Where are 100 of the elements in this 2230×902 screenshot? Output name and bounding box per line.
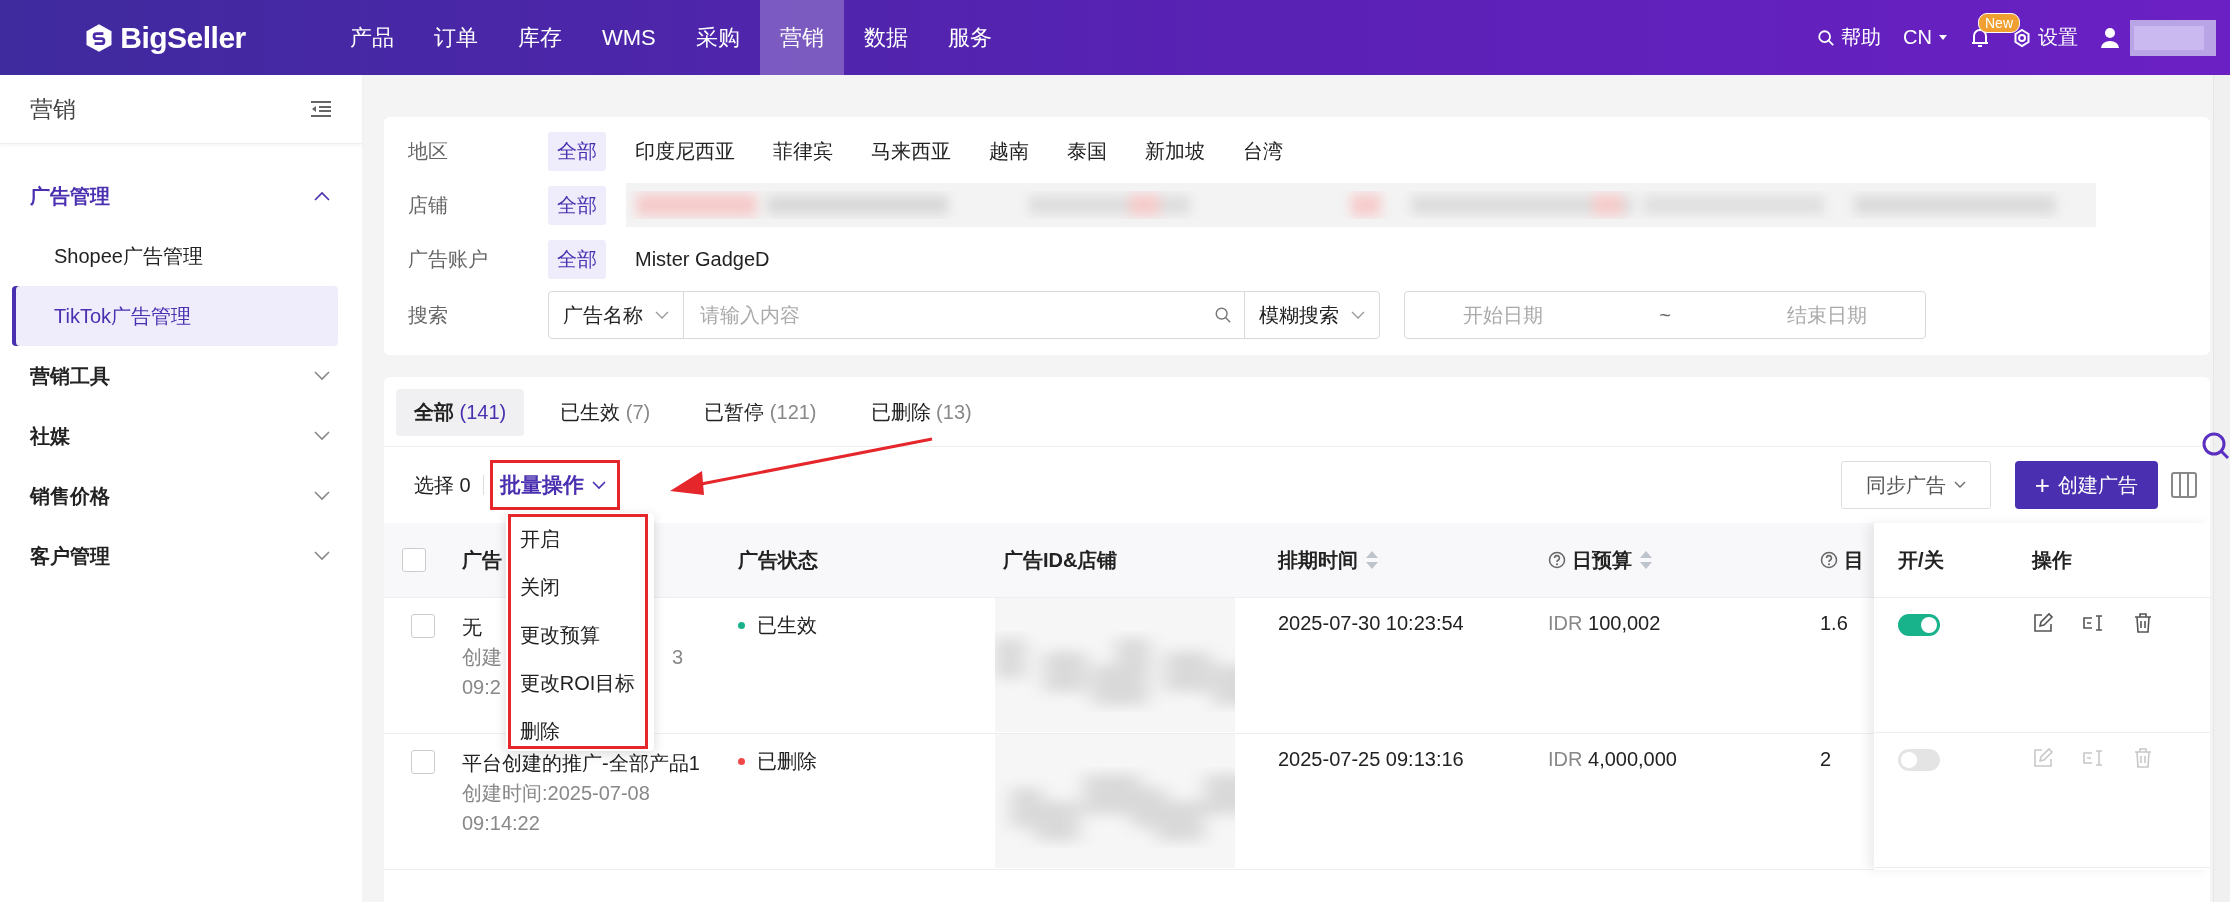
help-icon[interactable] (1820, 551, 1838, 569)
sidebar-title: 营销 (30, 94, 76, 124)
status-tab[interactable]: 已删除 (13) (852, 389, 990, 436)
sidebar-item[interactable]: TikTok广告管理 (12, 286, 338, 346)
search-type-dropdown[interactable]: 广告名称 (549, 292, 684, 338)
nav-tab[interactable]: 营销 (759, 0, 844, 75)
column-header[interactable]: 广告 (462, 546, 502, 574)
menu-item[interactable]: 更改预算 (511, 611, 654, 659)
search-icon (1817, 28, 1836, 47)
collapse-icon[interactable] (310, 100, 332, 118)
nav-tab[interactable]: WMS (582, 0, 676, 75)
chevron-icon (314, 491, 330, 501)
status-text: 已删除 (757, 749, 817, 774)
menu-item[interactable]: 关闭 (511, 563, 654, 611)
bell-icon[interactable] (1970, 26, 1990, 49)
label-icon[interactable] (2082, 612, 2104, 634)
daily-budget: 100,002 (1588, 612, 1661, 634)
created-time: 创建 (462, 645, 502, 670)
match-mode-dropdown[interactable]: 模糊搜索 (1244, 292, 1379, 338)
filter-option[interactable]: 全部 (548, 185, 606, 225)
batch-actions-button[interactable]: 批量操作 (495, 465, 610, 505)
column-header[interactable]: 排期时间 (1278, 546, 1380, 574)
sidebar-group[interactable]: 客户管理 (0, 526, 362, 586)
sidebar-item[interactable]: Shopee广告管理 (12, 226, 338, 286)
columns-icon[interactable] (2170, 471, 2198, 499)
sidebar-group[interactable]: 销售价格 (0, 466, 362, 526)
sidebar-group[interactable]: 广告管理 (0, 166, 362, 226)
create-ad-button[interactable]: + 创建广告 (2014, 461, 2158, 509)
chevron-icon (314, 371, 330, 381)
caret-icon (1938, 33, 1948, 42)
chevron-icon (655, 311, 669, 319)
filter-label: 店铺 (408, 192, 449, 218)
menu-item[interactable]: 开启 (511, 515, 654, 563)
created-time: 09:2 (462, 675, 501, 700)
scrollbar[interactable] (2213, 75, 2230, 902)
chevron-icon (1953, 481, 1966, 489)
daily-budget: 4,000,000 (1588, 748, 1677, 770)
ad-name[interactable]: 无 (462, 612, 482, 642)
sidebar-group[interactable]: 社媒 (0, 406, 362, 466)
nav-tab[interactable]: 服务 (927, 0, 1012, 75)
nav-tab[interactable]: 产品 (330, 0, 414, 75)
help-icon[interactable] (1548, 551, 1566, 569)
chevron-icon (314, 551, 330, 561)
column-header[interactable]: 日预算 (1548, 546, 1654, 574)
user-icon[interactable] (2100, 26, 2120, 49)
filter-label: 地区 (408, 138, 449, 164)
created-time: 3 (672, 645, 684, 670)
filter-option[interactable]: Mister GadgeD (626, 241, 779, 277)
language-selector[interactable]: CN (1903, 26, 1948, 49)
target-value: 2 (1820, 748, 1832, 770)
edit-icon[interactable] (2032, 612, 2054, 634)
nav-tab[interactable]: 订单 (414, 0, 498, 75)
date-range-field[interactable]: 开始日期 ~ 结束日期 (1404, 291, 1926, 339)
column-header: 操作 (2032, 547, 2072, 573)
chevron-icon (314, 431, 330, 441)
currency: IDR (1548, 612, 1583, 634)
menu-item[interactable]: 更改ROI目标 (511, 659, 654, 707)
target-value: 1.6 (1820, 612, 1848, 634)
row-checkbox[interactable] (411, 614, 435, 638)
delete-icon[interactable] (2132, 612, 2154, 634)
search-icon[interactable] (1214, 306, 1232, 324)
column-header[interactable]: 广告ID&店铺 (1003, 546, 1118, 574)
logo-icon (84, 22, 115, 53)
filter-option[interactable]: 全部 (548, 239, 606, 279)
menu-item[interactable]: 删除 (511, 707, 654, 751)
column-header[interactable]: 目 (1820, 546, 1864, 574)
filter-option[interactable]: 泰国 (1058, 131, 1116, 171)
filter-option[interactable]: 菲律宾 (764, 131, 842, 171)
status-tab[interactable]: 全部 (141) (396, 389, 525, 436)
status-tab[interactable]: 已暂停 (121) (686, 389, 835, 436)
new-badge: New (1978, 12, 2020, 33)
nav-tab[interactable]: 数据 (843, 0, 928, 75)
filter-label: 广告账户 (408, 246, 489, 272)
sync-ads-button[interactable]: 同步广告 (1840, 461, 1991, 509)
settings-icon (2012, 27, 2032, 48)
toggle-switch[interactable] (1898, 614, 1940, 636)
chevron-icon (591, 480, 606, 490)
created-time: 09:14:22 (462, 811, 540, 836)
help-button[interactable]: 帮助 (1817, 24, 1882, 51)
nav-tab[interactable]: 库存 (498, 0, 582, 75)
filter-label: 搜索 (408, 302, 449, 328)
schedule-time: 2025-07-25 09:13:16 (1278, 748, 1464, 770)
schedule-time: 2025-07-30 10:23:54 (1278, 612, 1464, 634)
filter-option[interactable]: 全部 (548, 131, 606, 171)
chevron-icon (314, 191, 330, 201)
nav-tab[interactable]: 采购 (675, 0, 760, 75)
filter-option[interactable]: 台湾 (1234, 131, 1292, 171)
filter-option[interactable]: 印度尼西亚 (626, 131, 744, 171)
sidebar-group[interactable]: 营销工具 (0, 346, 362, 406)
filter-option[interactable]: 马来西亚 (862, 131, 960, 171)
filter-option[interactable]: 越南 (980, 131, 1038, 171)
column-header: 开/关 (1898, 547, 1945, 573)
status-tab[interactable]: 已生效 (7) (542, 389, 669, 436)
selection-count: 选择 0 (414, 472, 471, 498)
select-all-checkbox[interactable] (402, 548, 426, 572)
filter-option[interactable]: 新加坡 (1136, 131, 1214, 171)
column-header[interactable]: 广告状态 (738, 546, 818, 574)
currency: IDR (1548, 748, 1583, 770)
search-field[interactable]: 广告名称 请输入内容 模糊搜索 (548, 291, 1380, 339)
chevron-icon (1351, 311, 1365, 319)
